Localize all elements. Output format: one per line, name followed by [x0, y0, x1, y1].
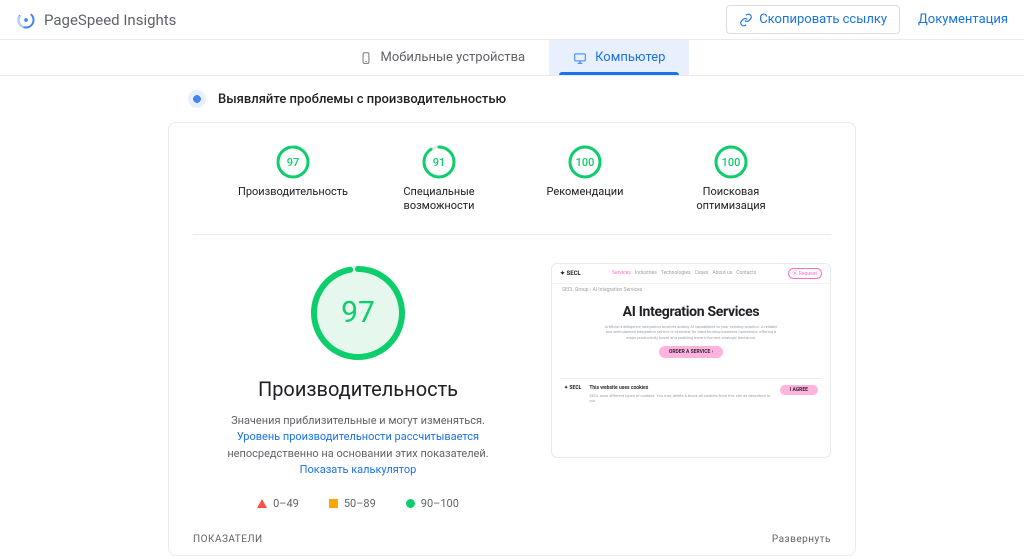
- score-gauge-1[interactable]: 91 Специальные возможности: [389, 145, 489, 214]
- circle-icon: [406, 499, 415, 508]
- report-card: 97 Производительность 91 Специальные воз…: [168, 122, 856, 556]
- docs-link[interactable]: Документация: [918, 12, 1008, 27]
- expand-link[interactable]: Развернуть: [772, 534, 831, 545]
- score-legend: 0–49 50–89 90–100: [257, 497, 459, 510]
- page-preview: ✦ SECL ServicesIndustriesTechnologiesCas…: [551, 263, 831, 458]
- score-gauge-0[interactable]: 97 Производительность: [243, 145, 343, 214]
- score-gauge-3[interactable]: 100 Поисковая оптимизация: [681, 145, 781, 214]
- tab-mobile-label: Мобильные устройства: [381, 50, 526, 65]
- link-icon: [739, 13, 753, 27]
- tab-mobile[interactable]: Мобильные устройства: [335, 40, 550, 75]
- performance-title: Производительность: [258, 377, 458, 401]
- calc-link-2[interactable]: Показать калькулятор: [300, 463, 417, 476]
- performance-caption: Значения приблизительные и могут изменят…: [193, 413, 523, 479]
- performance-score-value: 97: [308, 263, 408, 363]
- tab-desktop[interactable]: Компьютер: [549, 40, 689, 75]
- desktop-icon: [573, 51, 587, 65]
- metrics-heading: ПОКАЗАТЕЛИ: [193, 534, 263, 545]
- copy-link-button[interactable]: Скопировать ссылку: [726, 5, 900, 34]
- pulse-icon: [188, 90, 206, 108]
- mobile-icon: [359, 51, 373, 65]
- performance-main-gauge: 97: [308, 263, 408, 363]
- pagespeed-logo-icon: [16, 10, 36, 30]
- product-name: PageSpeed Insights: [44, 11, 176, 29]
- header-brand: PageSpeed Insights: [16, 10, 176, 30]
- score-gauge-2[interactable]: 100 Рекомендации: [535, 145, 635, 214]
- triangle-icon: [257, 499, 267, 508]
- square-icon: [329, 499, 338, 508]
- calc-link-1[interactable]: Уровень производительности рассчитываетс…: [237, 430, 479, 443]
- subheader-text: Выявляйте проблемы с производительностью: [218, 92, 506, 107]
- copy-link-label: Скопировать ссылку: [759, 12, 887, 27]
- tab-desktop-label: Компьютер: [595, 50, 665, 65]
